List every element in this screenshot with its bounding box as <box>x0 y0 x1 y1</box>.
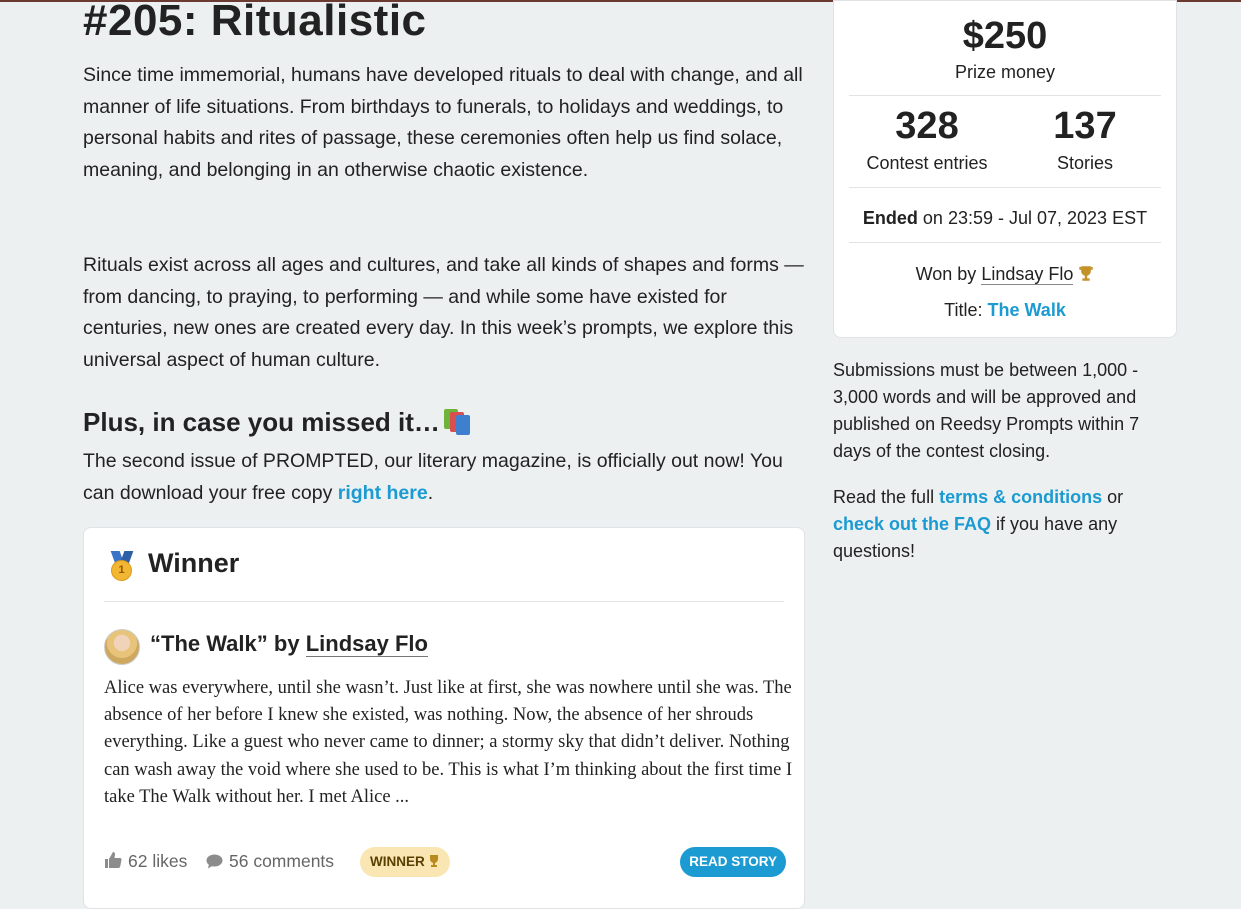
winner-badge-label: WINNER <box>370 854 425 869</box>
description-paragraph: Since time immemorial, humans have devel… <box>83 64 803 182</box>
story-title[interactable]: “The Walk” <box>150 631 268 656</box>
ended-date: on 23:59 - Jul 07, 2023 EST <box>917 208 1148 228</box>
comments-label: 56 comments <box>229 851 335 871</box>
prize-label: Prize money <box>954 62 1056 82</box>
comments-count[interactable]: 56 comments <box>206 851 334 872</box>
page-title: #205: Ritualistic <box>83 0 427 45</box>
winner-card: 1 Winner “The Walk” by Lindsay Flo Alice… <box>83 527 805 909</box>
terms-prefix: Read the full <box>833 487 940 507</box>
winner-author-link[interactable]: Lindsay Flo <box>981 264 1074 285</box>
divider <box>849 242 1161 243</box>
divider <box>104 601 784 602</box>
comment-bubble-icon <box>206 854 223 869</box>
entries-count: 328 <box>895 105 959 147</box>
author-avatar[interactable] <box>104 629 140 665</box>
winner-title: Winner <box>148 548 240 578</box>
stories-count: 137 <box>1053 105 1117 147</box>
divider <box>849 187 1161 188</box>
story-author-link[interactable]: Lindsay Flo <box>305 631 428 657</box>
terms-note: Read the full terms & conditions or chec… <box>833 484 1173 565</box>
prize-amount: $250 <box>962 15 1048 57</box>
faq-link[interactable]: check out the FAQ <box>833 514 991 534</box>
books-icon <box>443 409 472 435</box>
plus-heading: Plus, in case you missed it… <box>83 407 472 438</box>
likes-count[interactable]: 62 likes <box>104 851 187 872</box>
likes-label: 62 likes <box>128 851 188 871</box>
won-by-line: Won by Lindsay Flo <box>834 264 1176 285</box>
ended-label: Ended <box>862 208 918 228</box>
description-paragraph: Rituals exist across all ages and cultur… <box>83 254 804 372</box>
stories-label: Stories <box>1056 153 1114 173</box>
winning-story-link[interactable]: The Walk <box>987 300 1065 320</box>
story-heading: “The Walk” by Lindsay Flo <box>150 631 428 657</box>
terms-link[interactable]: terms & conditions <box>939 487 1102 507</box>
title-label: Title: <box>944 300 988 320</box>
read-story-button[interactable]: READ STORY <box>680 847 786 877</box>
magazine-announcement: The second issue of PROMPTED, our litera… <box>83 446 808 509</box>
winning-title-line: Title: The Walk <box>834 300 1176 321</box>
entries-label: Contest entries <box>866 153 988 173</box>
first-place-medal-icon: 1 <box>109 551 135 581</box>
story-footer: 62 likes 56 comments WINNER READ STORY <box>104 847 786 879</box>
trophy-icon <box>429 855 438 867</box>
contest-end-date: Ended on 23:59 - Jul 07, 2023 EST <box>834 208 1176 229</box>
divider <box>849 95 1161 96</box>
plus-heading-text: Plus, in case you missed it… <box>83 407 440 437</box>
submission-rules: Submissions must be between 1,000 - 3,00… <box>833 360 1140 461</box>
terms-mid: or <box>1102 487 1124 507</box>
story-excerpt: Alice was everywhere, until she wasn’t. … <box>104 678 793 807</box>
winner-badge: WINNER <box>360 847 450 877</box>
download-link[interactable]: right here <box>338 482 428 504</box>
announcement-end: . <box>427 481 434 504</box>
medal-number: 1 <box>111 560 132 581</box>
thumbs-up-icon <box>105 852 122 868</box>
by-text: by <box>273 631 300 656</box>
contest-stats-card: $250 Prize money 328 Contest entries 137… <box>833 0 1177 338</box>
won-by-label: Won by <box>915 264 982 284</box>
trophy-icon <box>1079 266 1094 281</box>
